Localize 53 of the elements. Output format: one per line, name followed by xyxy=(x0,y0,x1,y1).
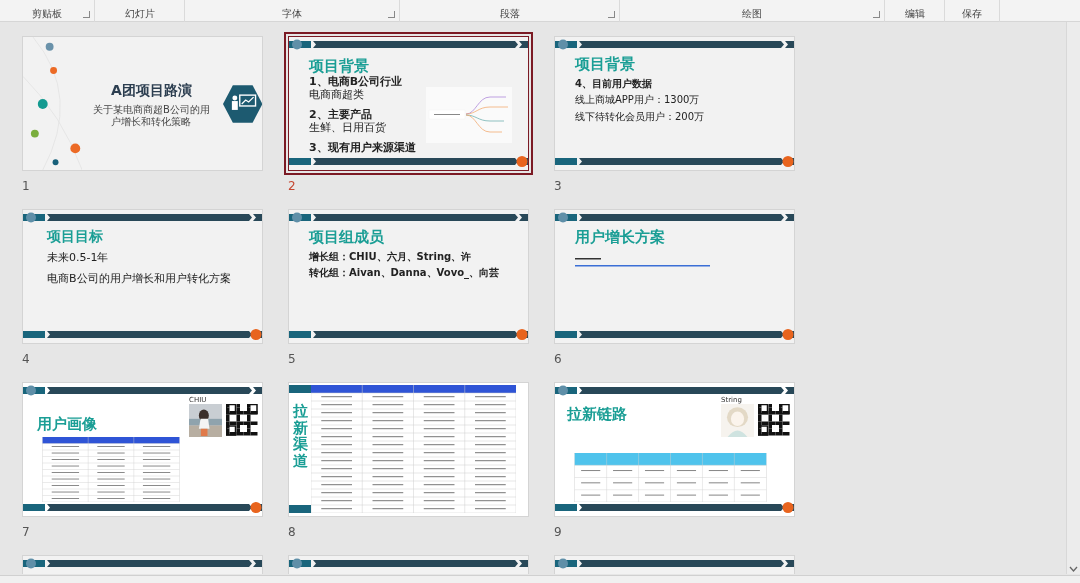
group-label: 字体 xyxy=(282,8,302,20)
dialog-launcher-icon[interactable] xyxy=(608,11,615,18)
slide-text: 4、目前用户数据 xyxy=(575,77,653,89)
slide-text: 增长组：CHIU、六月、String、许 xyxy=(309,250,473,262)
dialog-launcher-icon[interactable] xyxy=(388,11,395,18)
slide-number: 2 xyxy=(288,179,296,193)
group-label: 幻灯片 xyxy=(124,8,155,20)
slide-text: 2、主要产品 xyxy=(309,108,373,122)
footer-band-drawing xyxy=(289,505,311,513)
group-label: 编辑 xyxy=(904,8,925,20)
slide-thumbnail[interactable]: 项目目标 未来0.5-1年 电商B公司的用户增长和用户转化方案 xyxy=(22,209,263,344)
group-label: 保存 xyxy=(962,8,982,20)
scrollbar[interactable] xyxy=(1066,22,1080,574)
group-label: 段落 xyxy=(499,8,520,20)
header-band-drawing xyxy=(289,385,311,393)
slide-number: 3 xyxy=(554,179,562,193)
slide-number: 6 xyxy=(554,352,562,366)
qr-code xyxy=(758,404,790,436)
slide-number: 7 xyxy=(22,525,30,539)
slide-text: 生鲜、日用百货 xyxy=(309,122,387,136)
slide-title: 用户增长方案 xyxy=(575,229,666,246)
slide-text: 未来0.5-1年 xyxy=(47,252,110,266)
presentation-icon xyxy=(222,83,262,124)
slide-number: 5 xyxy=(288,352,296,366)
slide-number: 9 xyxy=(554,525,562,539)
slide-text: 线上商城APP用户：1300万 xyxy=(575,94,701,106)
slide-thumbnail[interactable]: A团项目路演 关于某电商商超B公司的用户增长和转化策略 xyxy=(22,36,263,171)
qr-code xyxy=(226,404,258,436)
slide-text: 转化组：Aivan、Danna、Vovo_、向芸 xyxy=(309,267,500,279)
slide-title: 拉新渠道 xyxy=(293,403,308,469)
slide-thumbnail[interactable]: 项目背景 4、目前用户数据 线上商城APP用户：1300万 线下待转化会员用户：200万 xyxy=(554,36,795,171)
slide-text: 线下待转化会员用户：200万 xyxy=(575,110,705,122)
slide-title: 项目目标 xyxy=(47,229,104,245)
dialog-launcher-icon[interactable] xyxy=(83,11,90,18)
slide-number: 4 xyxy=(22,352,30,366)
slide-text: 电商B公司的用户增长和用户转化方案 xyxy=(47,273,231,286)
slide-subtitle: 关于某电商商超B公司的用户增长和转化策略 xyxy=(92,104,211,127)
slide-text: 3、现有用户来源渠道 xyxy=(309,142,416,155)
slide-title: 项目组成员 xyxy=(309,229,385,246)
slide-title: 项目背景 xyxy=(309,58,370,75)
group-label: 剪贴板 xyxy=(32,8,62,20)
slide-thumbnail[interactable]: 项目组成员 增长组：CHIU、六月、String、许 转化组：Aivan、Danna、Vovo_、向芸 xyxy=(288,209,529,344)
slide-title: A团项目路演 xyxy=(110,81,192,100)
group-label: 绘图 xyxy=(742,8,762,20)
slide-number: 1 xyxy=(22,179,30,193)
scroll-down-icon[interactable] xyxy=(1067,564,1080,574)
slide-title: 拉新链路 xyxy=(567,406,627,425)
dialog-launcher-icon[interactable] xyxy=(873,11,880,18)
slide-number: 8 xyxy=(288,525,296,539)
slide-title: 用户画像 xyxy=(37,416,97,435)
slide-text: 电商商超类 xyxy=(309,89,365,102)
slide-title: 项目背景 xyxy=(575,56,636,73)
slide-text: 1、电商B公司行业 xyxy=(309,75,404,89)
